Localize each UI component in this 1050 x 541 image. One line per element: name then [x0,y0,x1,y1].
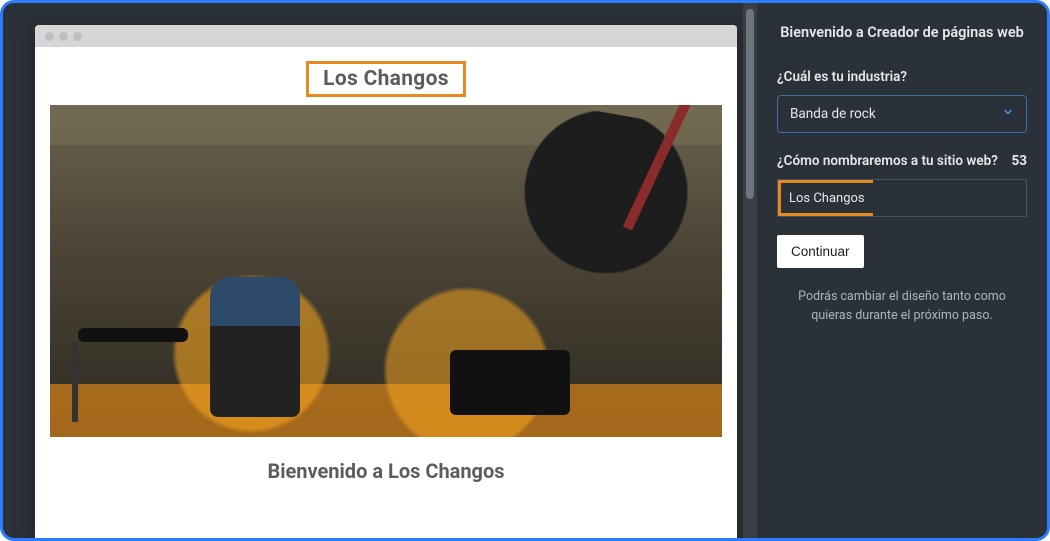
industry-label: ¿Cuál es tu industria? [777,69,1027,85]
scroll-thumb[interactable] [746,9,754,199]
industry-select-value: Banda de rock [790,106,876,122]
sitename-label: ¿Cómo nombraremos a tu sitio web? [777,153,998,169]
sitename-input-value-highlight: Los Changos [778,180,873,216]
guitarist-shape-icon [491,105,704,386]
equipment-case-shape-icon [450,350,570,415]
industry-select[interactable]: Banda de rock [777,95,1027,133]
setup-sidebar: Bienvenido a Creador de páginas web ¿Cuá… [757,3,1047,538]
helper-text: Podrás cambiar el diseño tanto como quie… [777,288,1027,326]
site-title-highlight: Los Changos [306,61,466,97]
sitename-input-rest [873,180,1026,216]
keyboard-shape-icon [78,328,188,342]
preview-page-body: Los Changos Bienvenido a Los Changos [35,47,737,538]
window-dot-icon [59,32,68,41]
continue-button[interactable]: Continuar [777,235,864,268]
browser-mock: Los Changos Bienvenido a Los Changos [35,25,737,538]
hero-image [50,105,722,437]
preview-scrollbar[interactable] [743,3,757,538]
window-dot-icon [45,32,54,41]
industry-label-text: ¿Cuál es tu industria? [777,69,907,85]
welcome-heading: Bienvenido a Los Changos [267,459,504,483]
sitename-char-count: 53 [1012,153,1028,169]
sitename-input[interactable]: Los Changos [777,179,1027,217]
site-title: Los Changos [323,67,449,91]
window-dot-icon [73,32,82,41]
app-frame: Los Changos Bienvenido a Los Changos Bie… [0,0,1050,541]
site-preview-area: Los Changos Bienvenido a Los Changos [3,3,743,538]
chevron-down-icon [1002,106,1014,122]
sidebar-title: Bienvenido a Creador de páginas web [777,23,1027,43]
browser-titlebar [35,25,737,47]
singer-shape-icon [210,277,300,417]
sitename-label-row: ¿Cómo nombraremos a tu sitio web? 53 [777,153,1027,169]
